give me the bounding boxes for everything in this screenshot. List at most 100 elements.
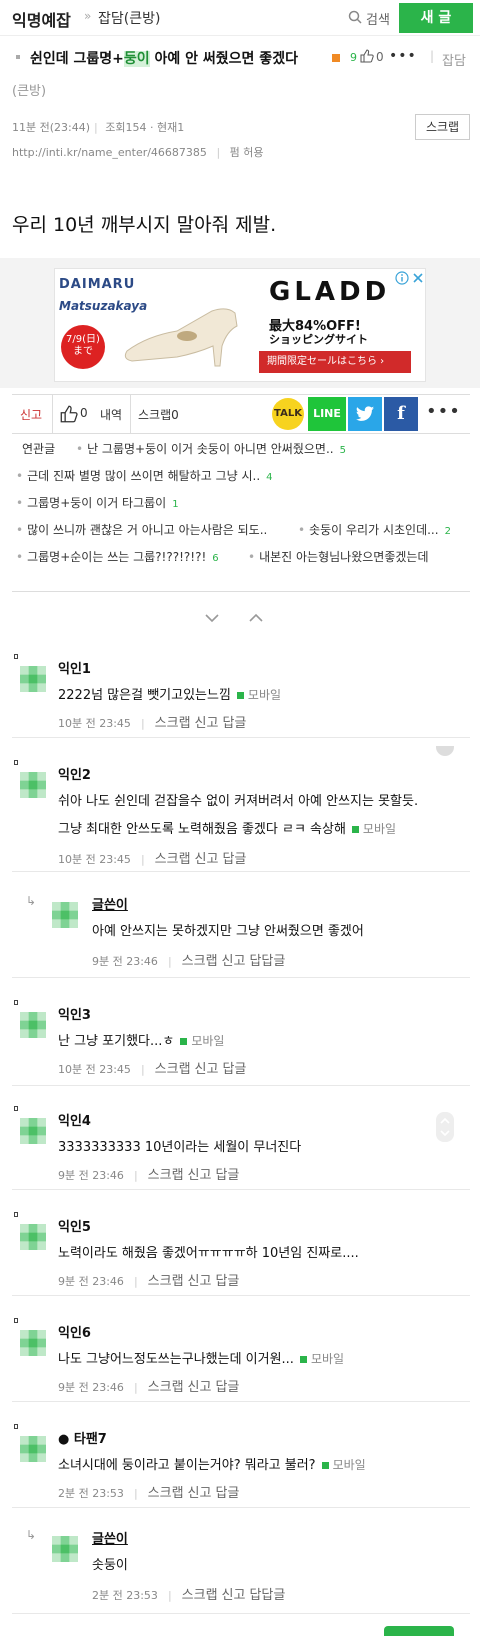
comment-author[interactable]: ● 타팬7 (58, 1428, 107, 1447)
comment-marker (14, 654, 18, 659)
comment-author[interactable]: 익인1 (58, 658, 91, 677)
post-time: 11분 전(23:44) (12, 121, 91, 134)
related-item[interactable]: • 솟둥이 우리가 시초인데... 2 (298, 521, 451, 538)
scrap-button[interactable]: 스크랩 (415, 114, 470, 140)
board-name[interactable]: 잡담(큰방) (98, 8, 160, 28)
scroll-indicator[interactable] (436, 746, 454, 756)
twitter-share-button[interactable] (348, 397, 382, 431)
report-link[interactable]: 신고 (195, 1062, 219, 1077)
divider (130, 395, 131, 433)
report-link[interactable]: 신고 (188, 1486, 212, 1501)
mobile-label: 모바일 (247, 688, 282, 702)
search-icon[interactable] (348, 10, 362, 24)
reply-link[interactable]: 답글 (222, 1062, 246, 1077)
ad-brand-1: DAIMARU (59, 277, 136, 292)
report-link[interactable]: 신고 (188, 1274, 212, 1289)
reply-link[interactable]: 답답글 (249, 954, 285, 969)
scrap-link[interactable]: 스크랩 (182, 1588, 218, 1603)
ad-close-icon[interactable] (411, 271, 425, 285)
scrap-count-button[interactable]: 스크랩0 (138, 406, 179, 423)
chevron-up-icon[interactable] (248, 612, 264, 624)
ad-container: DAIMARU Matsuzakaya 7/9(日) まで GLADD 最大84%… (0, 258, 480, 388)
scroll-buttons[interactable] (436, 1112, 454, 1142)
avatar (20, 772, 46, 798)
reply-link[interactable]: 답글 (215, 1380, 239, 1395)
report-link[interactable]: 신고 (188, 1168, 212, 1183)
reply-link[interactable]: 답답글 (249, 1588, 285, 1603)
report-link[interactable]: 신고 (195, 852, 219, 867)
comment-footer: 2분 전 23:53 | 스크랩 신고 답답글 (92, 1588, 286, 1603)
kakao-share-button[interactable]: TALK (272, 398, 304, 430)
reply-link[interactable]: 답글 (215, 1274, 239, 1289)
avatar (20, 1436, 46, 1462)
line-share-button[interactable]: LINE (308, 397, 346, 431)
site-name[interactable]: 익명예잡 (12, 7, 71, 31)
comment-text: 2222넘 많은걸 뺏기고있는느낌 모바일 (58, 688, 282, 703)
more-icon[interactable]: ••• (389, 48, 417, 64)
scrap-link[interactable]: 스크랩 (182, 954, 218, 969)
new-post-button[interactable]: 새 글 (399, 3, 473, 33)
comment-author[interactable]: 익인4 (58, 1110, 91, 1129)
reply-arrow-icon: ↳ (26, 894, 37, 908)
reply-link[interactable]: 답글 (222, 852, 246, 867)
comment-footer: 10분 전 23:45 | 스크랩 신고 답글 (58, 852, 247, 867)
scrap-link[interactable]: 스크랩 (155, 852, 191, 867)
reply-link[interactable]: 답글 (215, 1168, 239, 1183)
scrap-link[interactable]: 스크랩 (155, 716, 191, 731)
more-icon[interactable]: ••• (426, 401, 461, 422)
scrap-link[interactable]: 스크랩 (148, 1274, 184, 1289)
post-category[interactable]: 잡담 (442, 50, 466, 69)
report-link[interactable]: 신고 (222, 954, 246, 969)
comment-text-line2: 그냥 최대한 안쓰도록 노력해줬음 좋겠다 ㄹㅋ 속상해 모바일 (58, 822, 397, 837)
comment-marker (14, 1106, 18, 1111)
reply-comment: ↳ 글쓴이 솟둥이 2분 전 23:53 | 스크랩 신고 답답글 (12, 1524, 470, 1614)
comment-marker (14, 1212, 18, 1217)
comment-author[interactable]: 익인2 (58, 764, 91, 783)
comment-author[interactable]: 익인3 (58, 1004, 91, 1023)
comment-marker (14, 1000, 18, 1005)
related-item[interactable]: • 내본진 아는형님나왔으면좋겠는데 (248, 548, 429, 565)
ad-info-icon[interactable] (395, 271, 409, 285)
post-permission: 펌 허용 (229, 146, 264, 159)
like-detail-button[interactable]: 내역 (100, 406, 122, 423)
related-item[interactable]: • 그룹명+순이는 쓰는 그룹?!??!?!?! 6 (16, 548, 219, 565)
facebook-share-button[interactable]: f (384, 397, 418, 431)
post-url[interactable]: http://inti.kr/name_enter/46687385 (12, 146, 207, 159)
avatar (20, 1012, 46, 1038)
title-highlight: 둥이 (123, 51, 150, 67)
search-label[interactable]: 검색 (366, 9, 390, 28)
reply-arrow-icon: ↳ (26, 1528, 37, 1542)
chevron-down-icon[interactable] (204, 612, 220, 624)
scrap-link[interactable]: 스크랩 (148, 1380, 184, 1395)
related-label: 연관글 (22, 442, 56, 456)
ad-cta[interactable]: 期間限定セールはこちら › (259, 351, 411, 373)
mobile-label: 모바일 (332, 1458, 366, 1472)
report-link[interactable]: 신고 (188, 1380, 212, 1395)
mobile-label: 모바일 (362, 822, 397, 836)
related-item[interactable]: • 그룹명+둥이 이거 타그룹이 1 (16, 494, 179, 511)
comment-author[interactable]: 글쓴이 (92, 894, 128, 913)
bottom-action-button[interactable] (384, 1626, 454, 1636)
scrap-link[interactable]: 스크랩 (155, 1062, 191, 1077)
thumbs-up-icon[interactable] (60, 405, 78, 423)
report-link[interactable]: 신고 (195, 716, 219, 731)
related-item[interactable]: • 난 그룹명+둥이 이거 솟둥이 아니면 안써줬으면.. 5 (76, 440, 346, 457)
scrap-link[interactable]: 스크랩 (148, 1168, 184, 1183)
post-title: 쉰인데 그룹명+둥이 아예 안 써줬으면 좋겠다 (30, 51, 298, 67)
report-link[interactable]: 신고 (222, 1588, 246, 1603)
comment-marker (14, 1424, 18, 1429)
report-button[interactable]: 신고 (20, 406, 42, 423)
related-item[interactable]: • 많이 쓰니까 괜찮은 거 아니고 아는사람은 되도.. (16, 521, 267, 538)
reply-link[interactable]: 답글 (222, 716, 246, 731)
thumbs-up-icon[interactable] (360, 49, 374, 63)
comment-author[interactable]: 글쓴이 (92, 1528, 128, 1547)
mobile-label: 모바일 (191, 1034, 225, 1048)
comment-author[interactable]: 익인5 (58, 1216, 91, 1235)
ad-banner[interactable]: DAIMARU Matsuzakaya 7/9(日) まで GLADD 最大84%… (54, 268, 426, 382)
comment-marker (14, 760, 18, 765)
avatar (52, 902, 78, 928)
comment-author[interactable]: 익인6 (58, 1322, 91, 1341)
reply-link[interactable]: 답글 (215, 1486, 239, 1501)
related-item[interactable]: • 근데 진짜 별명 많이 쓰이면 해탈하고 그냥 시.. 4 (16, 467, 273, 484)
scrap-link[interactable]: 스크랩 (148, 1486, 184, 1501)
